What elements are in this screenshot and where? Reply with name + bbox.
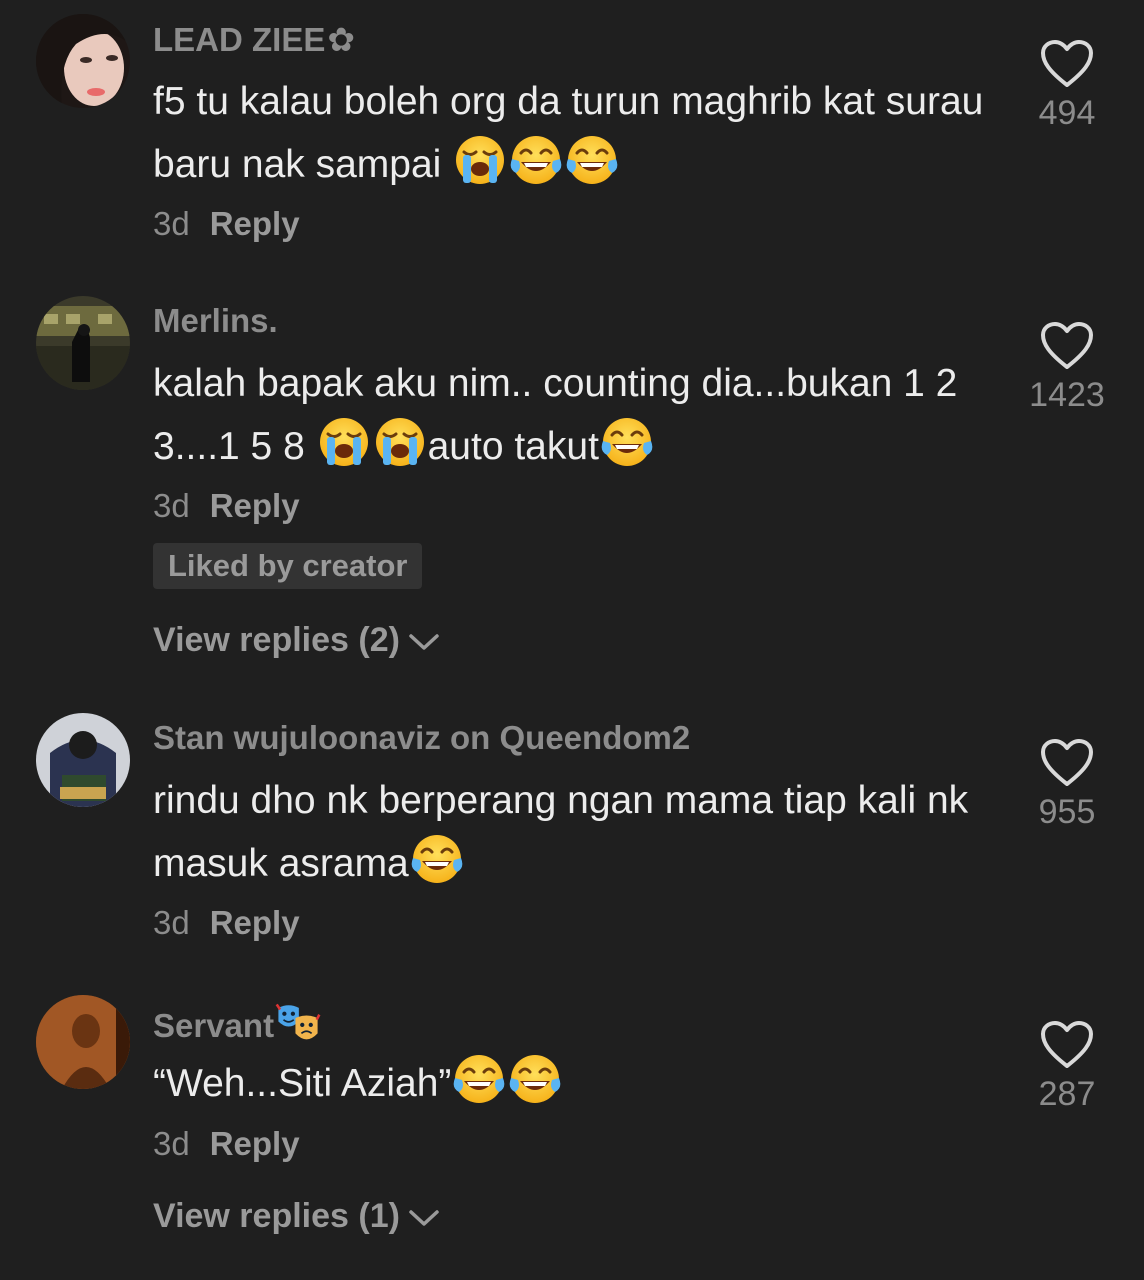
avatar[interactable]	[36, 713, 130, 807]
reply-button[interactable]: Reply	[210, 904, 300, 941]
reply-button[interactable]: Reply	[210, 487, 300, 524]
heart-icon[interactable]	[1039, 320, 1095, 372]
comment-meta: 3d Reply	[153, 487, 300, 525]
loudly-crying-face-icon	[453, 133, 507, 187]
like-button[interactable]: 955	[1022, 737, 1112, 832]
chevron-down-icon	[408, 1208, 440, 1228]
loudly-crying-face-icon	[317, 415, 371, 469]
like-count: 494	[1038, 94, 1096, 132]
like-count: 955	[1038, 793, 1096, 831]
face-with-tears-of-joy-icon	[452, 1052, 506, 1106]
face-with-tears-of-joy-icon	[508, 1052, 562, 1106]
like-button[interactable]: 494	[1022, 38, 1112, 133]
like-count: 287	[1038, 1075, 1096, 1113]
comment-age: 3d	[153, 205, 190, 242]
heart-icon[interactable]	[1039, 737, 1095, 789]
reply-button[interactable]: Reply	[210, 205, 300, 242]
like-count: 1423	[1029, 376, 1105, 414]
view-replies-button[interactable]: View replies (2)	[153, 621, 440, 660]
face-with-tears-of-joy-icon	[565, 133, 619, 187]
comment-item: Servant “Weh...Siti Aziah” 3d Reply View …	[0, 995, 1144, 1255]
liked-by-creator-badge: Liked by creator	[153, 543, 423, 589]
loudly-crying-face-icon	[373, 415, 427, 469]
comment-item: Stan wujuloonaviz on Queendom2 rindu dho…	[0, 713, 1144, 953]
chevron-down-icon	[408, 632, 440, 652]
comment-username[interactable]: Servant	[153, 1001, 322, 1047]
avatar-image	[36, 995, 130, 1089]
comment-meta: 3d Reply	[153, 904, 300, 942]
heart-icon[interactable]	[1039, 38, 1095, 90]
comment-meta: 3d Reply	[153, 1125, 300, 1163]
view-replies-button[interactable]: View replies (1)	[153, 1197, 440, 1236]
comment-age: 3d	[153, 904, 190, 941]
comment-text: “Weh...Siti Aziah”	[153, 1052, 993, 1115]
face-with-tears-of-joy-icon	[600, 415, 654, 469]
avatar-image	[36, 296, 130, 390]
avatar-image	[36, 713, 130, 807]
comment-age: 3d	[153, 1125, 190, 1162]
comment-text: kalah bapak aku nim.. counting dia...buk…	[153, 362, 958, 469]
reply-button[interactable]: Reply	[210, 1125, 300, 1162]
comment-username[interactable]: Stan wujuloonaviz on Queendom2	[153, 719, 690, 757]
heart-icon[interactable]	[1039, 1019, 1095, 1071]
like-button[interactable]: 287	[1022, 1019, 1112, 1114]
comment-text: f5 tu kalau boleh org da turun maghrib k…	[153, 80, 984, 187]
avatar[interactable]	[36, 14, 130, 108]
face-with-tears-of-joy-icon	[410, 832, 464, 886]
comment-text: rindu dho nk berperang ngan mama tiap ka…	[153, 779, 969, 886]
comment-meta: 3d Reply	[153, 205, 300, 243]
avatar[interactable]	[36, 995, 130, 1089]
comment-username[interactable]: Merlins.	[153, 302, 278, 340]
face-with-tears-of-joy-icon	[509, 133, 563, 187]
flower-icon: ✿	[327, 21, 356, 58]
performing-arts-icon	[275, 1001, 321, 1047]
like-button[interactable]: 1423	[1022, 320, 1112, 415]
comment-age: 3d	[153, 487, 190, 524]
comment-username[interactable]: LEAD ZIEE✿	[153, 20, 355, 59]
comment-item: Merlins. kalah bapak aku nim.. counting …	[0, 296, 1144, 676]
comment-item: LEAD ZIEE✿ f5 tu kalau boleh org da turu…	[0, 14, 1144, 254]
avatar-image	[36, 14, 130, 108]
avatar[interactable]	[36, 296, 130, 390]
